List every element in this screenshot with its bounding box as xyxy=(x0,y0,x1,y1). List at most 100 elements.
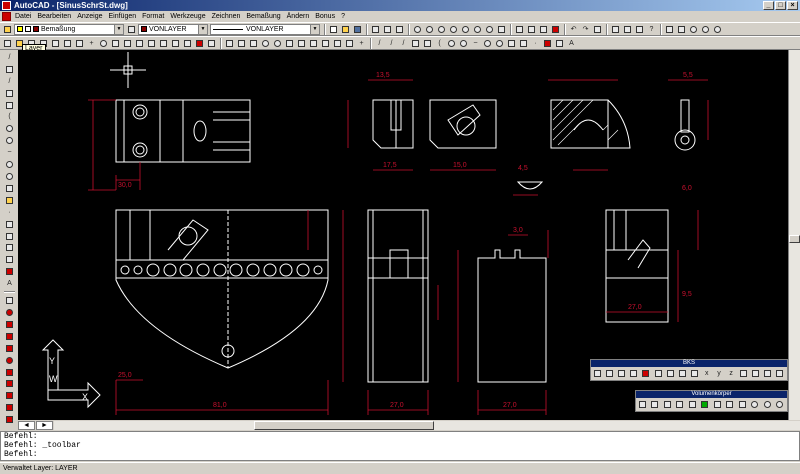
ucs-named-icon[interactable] xyxy=(750,368,760,379)
aligned-dimension-icon[interactable] xyxy=(236,38,247,49)
ucs-zaxis-icon[interactable] xyxy=(677,368,687,379)
layer-manager-icon[interactable] xyxy=(2,24,13,35)
region-icon[interactable] xyxy=(554,38,565,49)
menu-bearbeiten[interactable]: Bearbeiten xyxy=(37,13,71,20)
close-button[interactable]: × xyxy=(787,1,798,10)
chevron-down-icon[interactable]: ▼ xyxy=(198,24,207,34)
text-tool-icon[interactable]: A xyxy=(4,278,15,289)
cut-icon[interactable] xyxy=(514,24,525,35)
slice-icon[interactable] xyxy=(4,390,15,401)
quick-dimension-icon[interactable] xyxy=(296,38,307,49)
block-insert-tool-icon[interactable] xyxy=(4,183,15,194)
construction-line-icon[interactable]: / xyxy=(386,38,397,49)
ucs-x-icon[interactable]: x xyxy=(702,368,712,379)
spline-tool-icon[interactable]: ~ xyxy=(4,147,15,158)
insert-block-icon[interactable] xyxy=(506,38,517,49)
cylinder-solid-icon[interactable] xyxy=(4,319,15,330)
angular-dimension-icon[interactable] xyxy=(284,38,295,49)
solid-torus-icon[interactable] xyxy=(700,399,711,410)
baseline-dimension-icon[interactable] xyxy=(308,38,319,49)
torus-solid-icon[interactable] xyxy=(4,355,15,366)
chevron-down-icon[interactable]: ▼ xyxy=(310,24,319,34)
autocad-app-icon[interactable] xyxy=(2,1,11,10)
ellipse-tool-icon[interactable] xyxy=(4,159,15,170)
scale-icon[interactable] xyxy=(110,38,121,49)
center-mark-icon[interactable]: + xyxy=(356,38,367,49)
ucs-3point-icon[interactable] xyxy=(690,368,700,379)
hatch-icon[interactable] xyxy=(542,38,553,49)
ucs-floating-toolbar[interactable]: BKS x y z xyxy=(590,359,788,381)
view-icon[interactable] xyxy=(688,24,699,35)
menu-einfuegen[interactable]: Einfügen xyxy=(109,13,137,20)
ucs-origin-icon[interactable] xyxy=(665,368,675,379)
solids-toolbar-title[interactable]: Volumenkörper xyxy=(636,391,787,398)
solid-box-icon[interactable] xyxy=(637,399,648,410)
rotate-icon[interactable] xyxy=(98,38,109,49)
match-properties-icon[interactable] xyxy=(550,24,561,35)
move-icon[interactable]: + xyxy=(86,38,97,49)
erase-tool-icon[interactable] xyxy=(4,266,15,277)
offset-icon[interactable] xyxy=(50,38,61,49)
extend-icon[interactable] xyxy=(158,38,169,49)
gradient-tool-icon[interactable] xyxy=(4,231,15,242)
table-tool-icon[interactable] xyxy=(4,254,15,265)
polyline-tool-icon[interactable]: / xyxy=(4,76,15,87)
circle-icon[interactable] xyxy=(446,38,457,49)
chevron-down-icon[interactable]: ▼ xyxy=(114,24,123,34)
tab-next-arrow[interactable]: ► xyxy=(35,420,53,430)
region-tool-icon[interactable] xyxy=(4,243,15,254)
rectangle-tool-icon[interactable] xyxy=(4,100,15,111)
menu-format[interactable]: Format xyxy=(142,13,164,20)
maximize-button[interactable]: □ xyxy=(775,1,786,10)
layer-combo[interactable]: Bemaßung ▼ xyxy=(14,23,124,35)
copy-icon[interactable] xyxy=(526,24,537,35)
linear-dimension-icon[interactable] xyxy=(224,38,235,49)
print-icon[interactable] xyxy=(370,24,381,35)
revision-cloud-icon[interactable] xyxy=(458,38,469,49)
continue-dimension-icon[interactable] xyxy=(320,38,331,49)
solid-cone-icon[interactable] xyxy=(675,399,686,410)
properties-icon[interactable] xyxy=(610,24,621,35)
solid-cylinder-icon[interactable] xyxy=(662,399,673,410)
orbit-icon[interactable] xyxy=(712,24,723,35)
print-preview-icon[interactable] xyxy=(382,24,393,35)
interfere-icon[interactable] xyxy=(4,414,15,425)
ucs-settings-icon[interactable] xyxy=(775,368,785,379)
vertical-scrollbar[interactable] xyxy=(788,50,800,420)
menu-bonus[interactable]: Bonus xyxy=(315,13,335,20)
box-solid-icon[interactable] xyxy=(4,295,15,306)
tolerance-icon[interactable] xyxy=(344,38,355,49)
make-object-layer-current-icon[interactable] xyxy=(126,24,137,35)
save-icon[interactable] xyxy=(352,24,363,35)
ucs-toolbar-title[interactable]: BKS xyxy=(591,360,787,367)
erase-icon[interactable] xyxy=(74,38,85,49)
menu-bemassung[interactable]: Bemaßung xyxy=(246,13,280,20)
rectangle-icon[interactable] xyxy=(422,38,433,49)
menu-datei[interactable]: Datei xyxy=(15,13,31,20)
zoom-all-icon[interactable] xyxy=(472,24,483,35)
block-make-tool-icon[interactable] xyxy=(4,195,15,206)
zoom-window-icon[interactable] xyxy=(424,24,435,35)
line-tool-icon[interactable]: / xyxy=(4,52,15,63)
ordinate-dimension-icon[interactable] xyxy=(248,38,259,49)
circle-tool-icon[interactable] xyxy=(4,123,15,134)
break-icon[interactable] xyxy=(170,38,181,49)
section-icon[interactable] xyxy=(4,402,15,413)
arc-tool-icon[interactable]: ( xyxy=(4,112,15,123)
distance-icon[interactable] xyxy=(2,38,13,49)
polygon-icon[interactable] xyxy=(410,38,421,49)
document-icon[interactable] xyxy=(2,12,11,21)
horizontal-scrollbar[interactable]: ◄ ► xyxy=(18,420,800,430)
solid-slice-icon[interactable] xyxy=(737,399,748,410)
radius-dimension-icon[interactable] xyxy=(260,38,271,49)
menu-help[interactable]: ? xyxy=(341,13,345,20)
pan-icon[interactable] xyxy=(496,24,507,35)
solid-revolve-icon[interactable] xyxy=(725,399,736,410)
tab-prev-arrow[interactable]: ◄ xyxy=(18,420,35,430)
spline-draw-icon[interactable]: ~ xyxy=(470,38,481,49)
fillet-icon[interactable] xyxy=(194,38,205,49)
mirror-icon[interactable] xyxy=(62,38,73,49)
line-icon[interactable]: / xyxy=(374,38,385,49)
ucs-icon-btn[interactable] xyxy=(592,368,602,379)
minimize-button[interactable]: _ xyxy=(763,1,774,10)
